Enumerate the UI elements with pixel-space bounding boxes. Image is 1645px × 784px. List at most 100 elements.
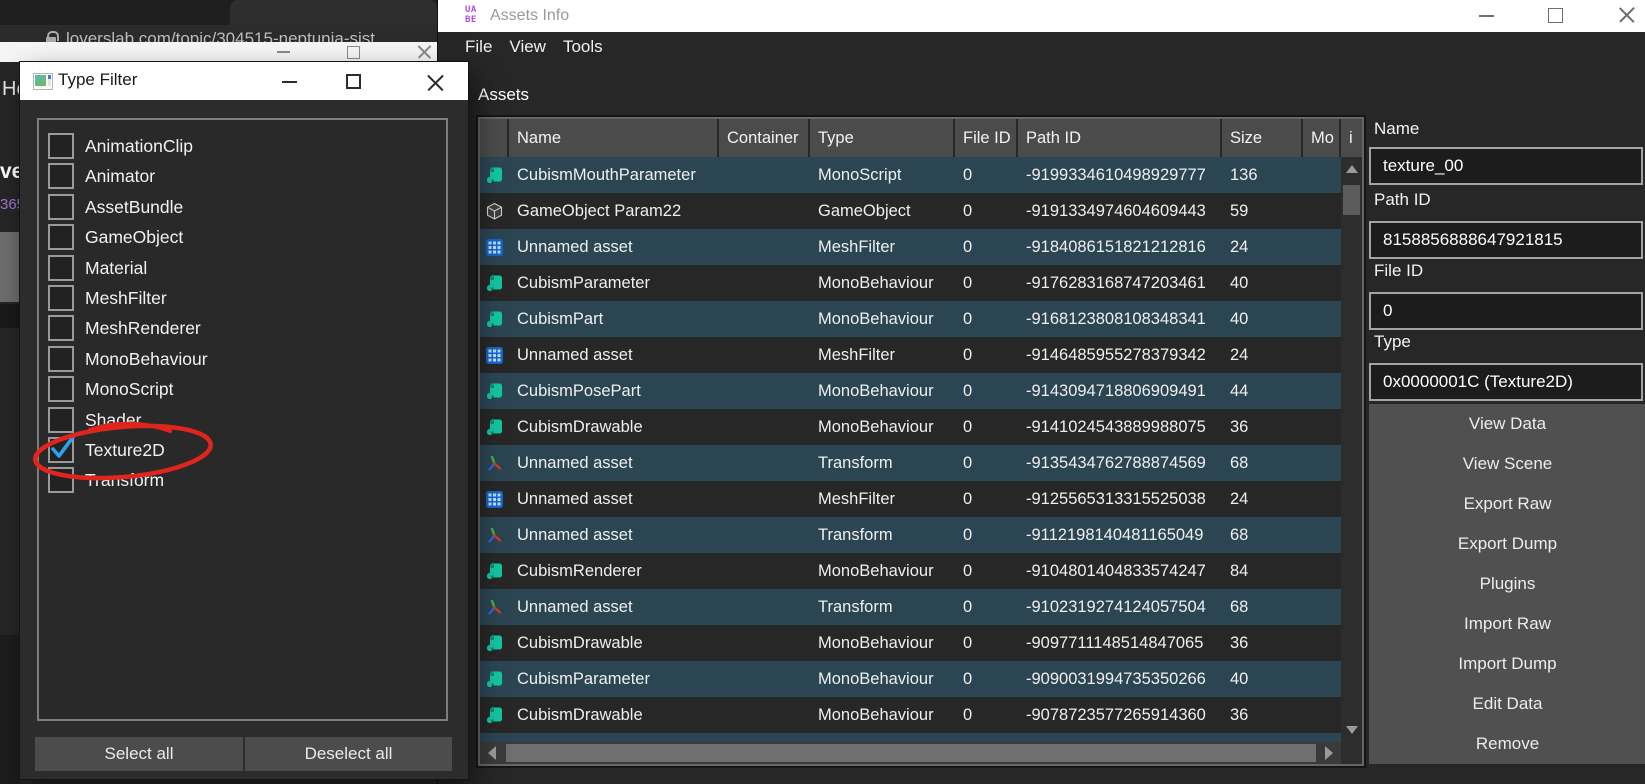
maximize-icon[interactable] bbox=[346, 74, 361, 89]
checkbox-unchecked[interactable] bbox=[48, 133, 74, 159]
tab-assets[interactable]: Assets bbox=[478, 85, 529, 105]
column-header-clipped-fragment: i bbox=[1341, 119, 1362, 157]
filter-item-meshfilter[interactable]: MeshFilter bbox=[39, 283, 444, 313]
filter-item-texture2d[interactable]: Texture2D bbox=[39, 435, 444, 465]
checkbox-unchecked[interactable] bbox=[48, 255, 74, 281]
cell-modified bbox=[1303, 661, 1341, 697]
table-row[interactable]: CubismDrawableMonoBehaviour0-90977111485… bbox=[480, 625, 1341, 661]
menu-bar: File View Tools bbox=[438, 32, 1645, 62]
table-row[interactable]: Unnamed assetMeshFilter0-914648595527837… bbox=[480, 337, 1341, 373]
column-header-type[interactable]: Type bbox=[810, 119, 955, 157]
minimize-icon[interactable] bbox=[277, 51, 290, 53]
menu-item-view[interactable]: View bbox=[509, 37, 546, 57]
table-row[interactable]: Unnamed assetTransform0-9112198140481165… bbox=[480, 517, 1341, 553]
filter-item-transform[interactable]: Transform bbox=[39, 465, 444, 495]
scroll-down-icon[interactable] bbox=[1346, 726, 1358, 734]
vertical-scrollbar-thumb[interactable] bbox=[1343, 185, 1360, 215]
checkbox-unchecked[interactable] bbox=[48, 163, 74, 189]
remove-button[interactable]: Remove bbox=[1369, 724, 1645, 764]
checkbox-unchecked[interactable] bbox=[48, 285, 74, 311]
cell-type: MeshFilter bbox=[810, 229, 955, 265]
plugins-button[interactable]: Plugins bbox=[1369, 564, 1645, 604]
table-row[interactable]: CubismDrawableMonoBehaviour0-90787235772… bbox=[480, 697, 1341, 733]
column-header-mo[interactable]: Mo bbox=[1303, 119, 1341, 157]
view-scene-button[interactable]: View Scene bbox=[1369, 444, 1645, 484]
table-row[interactable]: CubismParameterMonoBehaviour0-9090031994… bbox=[480, 661, 1341, 697]
cell-size: 68 bbox=[1222, 517, 1303, 553]
deselect-all-button[interactable]: Deselect all bbox=[245, 737, 452, 771]
menu-item-file[interactable]: File bbox=[465, 37, 492, 57]
table-row[interactable]: CubismMouthParameterMonoScript0-91993346… bbox=[480, 157, 1341, 193]
filter-item-assetbundle[interactable]: AssetBundle bbox=[39, 192, 444, 222]
vertical-scrollbar[interactable] bbox=[1341, 157, 1362, 742]
menu-item-tools[interactable]: Tools bbox=[563, 37, 603, 57]
filter-item-monobehaviour[interactable]: MonoBehaviour bbox=[39, 344, 444, 374]
column-header-container[interactable]: Container bbox=[719, 119, 810, 157]
table-row[interactable]: CubismRendererMonoBehaviour0-91048014048… bbox=[480, 553, 1341, 589]
view-data-button[interactable]: View Data bbox=[1369, 404, 1645, 444]
edit-data-button[interactable]: Edit Data bbox=[1369, 684, 1645, 724]
column-header-size[interactable]: Size bbox=[1222, 119, 1303, 157]
close-icon[interactable] bbox=[1618, 8, 1632, 22]
monoscript-icon bbox=[480, 373, 509, 409]
checkbox-unchecked[interactable] bbox=[48, 376, 74, 402]
scroll-up-icon[interactable] bbox=[1346, 165, 1358, 173]
filter-item-animationclip[interactable]: AnimationClip bbox=[39, 131, 444, 161]
import-dump-button[interactable]: Import Dump bbox=[1369, 644, 1645, 684]
export-dump-button[interactable]: Export Dump bbox=[1369, 524, 1645, 564]
field-name-input[interactable] bbox=[1369, 147, 1643, 185]
filter-item-label: GameObject bbox=[85, 222, 183, 252]
column-header-file-id[interactable]: File ID bbox=[955, 119, 1018, 157]
field-path-id-input[interactable] bbox=[1369, 221, 1643, 259]
assets-info-titlebar[interactable] bbox=[438, 0, 1645, 32]
checkbox-unchecked[interactable] bbox=[48, 467, 74, 493]
filter-item-meshrenderer[interactable]: MeshRenderer bbox=[39, 313, 444, 343]
scroll-left-icon[interactable] bbox=[488, 746, 496, 760]
filter-item-material[interactable]: Material bbox=[39, 253, 444, 283]
filter-item-animator[interactable]: Animator bbox=[39, 161, 444, 191]
maximize-icon[interactable] bbox=[347, 46, 360, 59]
import-raw-button[interactable]: Import Raw bbox=[1369, 604, 1645, 644]
close-icon[interactable] bbox=[417, 46, 429, 58]
column-header-path-id[interactable]: Path ID bbox=[1018, 119, 1222, 157]
cell-path_id: -9146485955278379342 bbox=[1018, 337, 1222, 373]
minimize-icon[interactable] bbox=[282, 81, 297, 83]
filter-item-shader[interactable]: Shader bbox=[39, 405, 444, 435]
select-all-button[interactable]: Select all bbox=[35, 737, 243, 771]
horizontal-scrollbar[interactable] bbox=[480, 742, 1341, 764]
minimize-icon[interactable] bbox=[1479, 15, 1494, 17]
checkbox-unchecked[interactable] bbox=[48, 315, 74, 341]
filter-item-gameobject[interactable]: GameObject bbox=[39, 222, 444, 252]
field-file-id-input[interactable] bbox=[1369, 292, 1643, 330]
close-icon[interactable] bbox=[426, 75, 441, 90]
table-row[interactable]: Unnamed assetMeshFilter0-918408615182121… bbox=[480, 229, 1341, 265]
table-row[interactable]: Unnamed assetMeshFilter0-912556531331552… bbox=[480, 481, 1341, 517]
checkbox-unchecked[interactable] bbox=[48, 224, 74, 250]
cell-file_id: 0 bbox=[955, 553, 1018, 589]
column-header-name[interactable]: Name bbox=[509, 119, 719, 157]
table-row[interactable]: CubismPosePartMonoBehaviour0-91430947188… bbox=[480, 373, 1341, 409]
table-row[interactable]: CubismPartMonoBehaviour0-916812380810834… bbox=[480, 301, 1341, 337]
cell-container bbox=[719, 697, 810, 733]
filter-item-monoscript[interactable]: MonoScript bbox=[39, 374, 444, 404]
horizontal-scrollbar-thumb[interactable] bbox=[506, 744, 1316, 762]
checkbox-unchecked[interactable] bbox=[48, 346, 74, 372]
export-raw-button[interactable]: Export Raw bbox=[1369, 484, 1645, 524]
cell-modified bbox=[1303, 589, 1341, 625]
checkbox-unchecked[interactable] bbox=[48, 194, 74, 220]
table-row-partial[interactable] bbox=[480, 733, 1341, 742]
table-row[interactable]: Unnamed assetTransform0-9135434762788874… bbox=[480, 445, 1341, 481]
table-row[interactable]: Unnamed assetTransform0-9102319274124057… bbox=[480, 589, 1341, 625]
table-row[interactable]: CubismDrawableMonoBehaviour0-91410245438… bbox=[480, 409, 1341, 445]
table-row[interactable]: CubismParameterMonoBehaviour0-9176283168… bbox=[480, 265, 1341, 301]
checkbox-unchecked[interactable] bbox=[48, 407, 74, 433]
field-type-input[interactable] bbox=[1369, 363, 1643, 401]
maximize-icon[interactable] bbox=[1548, 8, 1563, 23]
checkbox-checked[interactable] bbox=[48, 437, 74, 463]
table-row[interactable]: GameObject Param22GameObject0-9191334974… bbox=[480, 193, 1341, 229]
dialog-title: Type Filter bbox=[58, 70, 137, 90]
cell-name: Unnamed asset bbox=[509, 229, 719, 265]
cell-name: CubismPosePart bbox=[509, 373, 719, 409]
scroll-right-icon[interactable] bbox=[1325, 746, 1333, 760]
column-header-icon[interactable] bbox=[480, 119, 509, 157]
